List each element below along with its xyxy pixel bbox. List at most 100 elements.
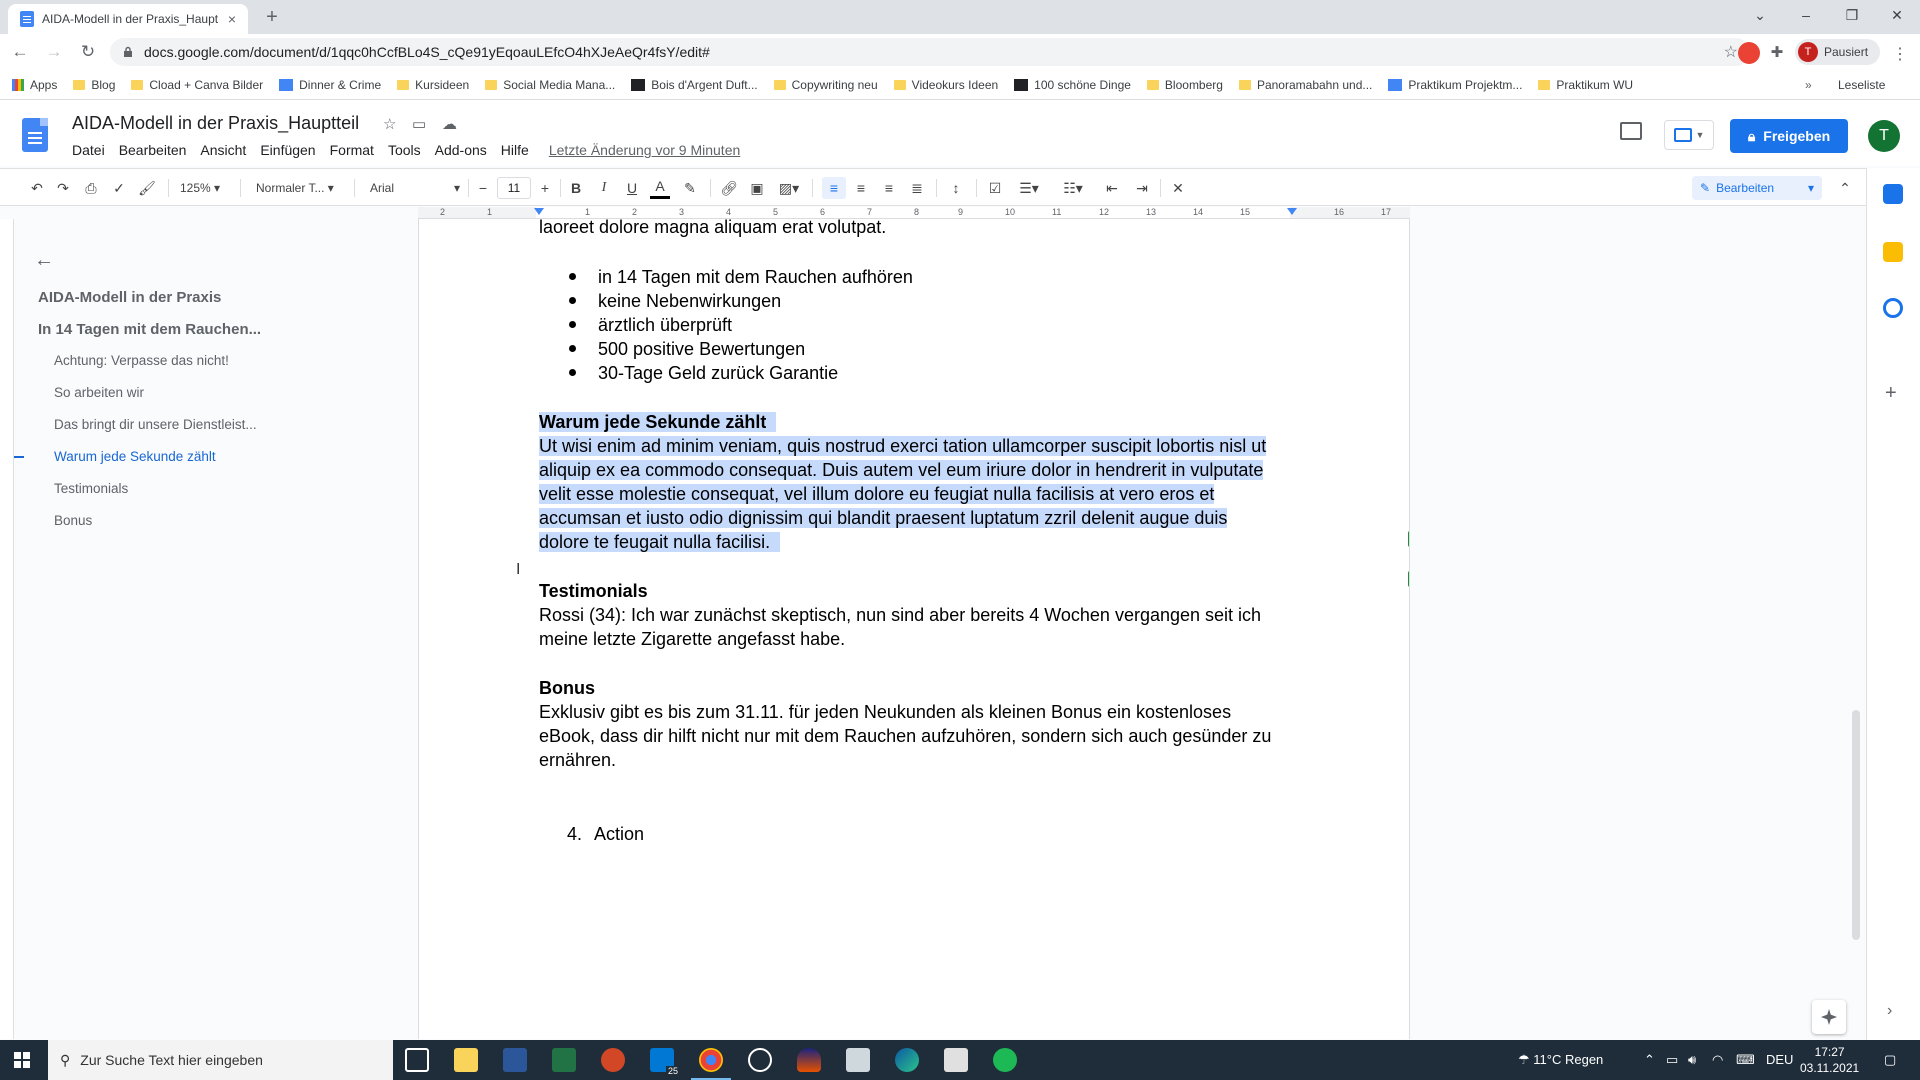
menu-bearbeiten[interactable]: Bearbeiten (119, 142, 187, 158)
font-size-input[interactable]: 11 (497, 177, 531, 199)
indent-marker[interactable] (534, 208, 544, 215)
outline-item[interactable]: Achtung: Verpasse das nicht! (54, 353, 229, 368)
bookmark-item[interactable]: Videokurs Ideen (893, 78, 998, 92)
menu-format[interactable]: Format (330, 142, 374, 158)
omnibox[interactable]: docs.google.com/document/d/1qqc0hCcfBLo4… (110, 38, 1750, 66)
underline-icon[interactable]: U (622, 177, 642, 199)
taskbar-search-input[interactable]: ⚲ Zur Suche Text hier eingeben (48, 1040, 393, 1080)
bookmark-item[interactable]: Dinner & Crime (279, 78, 381, 92)
network-icon[interactable]: ▭ (1666, 1040, 1678, 1080)
keep-icon[interactable] (1883, 242, 1903, 262)
redo-icon[interactable]: ↷ (52, 177, 74, 199)
tasks-icon[interactable] (1883, 298, 1903, 318)
notifications-icon[interactable]: ▢ (1884, 1040, 1896, 1080)
align-left-icon[interactable]: ≡ (822, 177, 846, 199)
menu-einfuegen[interactable]: Einfügen (260, 142, 315, 158)
wifi-icon[interactable]: ◠ (1712, 1040, 1723, 1080)
bookmark-item[interactable]: 100 schöne Dinge (1014, 78, 1131, 92)
decrease-indent-icon[interactable]: ⇤ (1100, 177, 1124, 199)
undo-icon[interactable]: ↶ (26, 177, 48, 199)
menu-tools[interactable]: Tools (388, 142, 421, 158)
user-avatar[interactable]: T (1868, 120, 1900, 152)
task-view-icon[interactable] (405, 1048, 429, 1072)
chrome-icon[interactable] (691, 1048, 731, 1080)
tray-arrow-icon[interactable]: ⌃ (1644, 1040, 1655, 1080)
app-icon[interactable] (797, 1048, 821, 1072)
scrollbar-thumb[interactable] (1852, 710, 1860, 940)
outline-item-active[interactable]: Warum jede Sekunde zählt (54, 449, 216, 464)
align-justify-icon[interactable]: ≣ (906, 177, 928, 199)
browser-tab[interactable]: AIDA-Modell in der Praxis_Haupt × (8, 4, 248, 34)
increase-indent-icon[interactable]: ⇥ (1130, 177, 1154, 199)
reading-list-button[interactable]: Leseliste (1838, 70, 1885, 100)
close-outline-arrow-icon[interactable]: ← (34, 249, 54, 272)
bookmark-item[interactable]: Kursideen (397, 78, 469, 92)
explore-button[interactable] (1812, 1000, 1846, 1034)
add-addon-icon[interactable]: + (1885, 382, 1897, 405)
document-title[interactable]: AIDA-Modell in der Praxis_Hauptteil (72, 113, 359, 134)
keyboard-icon[interactable]: ⌨ (1736, 1040, 1755, 1080)
last-edit-link[interactable]: Letzte Änderung vor 9 Minuten (549, 142, 740, 158)
mail-icon[interactable]: 25 (650, 1048, 680, 1076)
suggest-edits-float-button[interactable] (1403, 565, 1409, 593)
outline-item[interactable]: Das bringt dir unsere Dienstleist... (54, 417, 257, 432)
zoom-select[interactable]: 125% ▾ (180, 177, 220, 199)
add-comment-float-button[interactable] (1403, 525, 1409, 553)
weather-widget[interactable]: ☂ 11°C Regen (1518, 1040, 1603, 1080)
menu-hilfe[interactable]: Hilfe (501, 142, 529, 158)
bookmark-item[interactable]: Bois d'Argent Duft... (631, 78, 758, 92)
spellcheck-icon[interactable]: ✓ (108, 177, 130, 199)
align-center-icon[interactable]: ≡ (850, 177, 872, 199)
increase-font-size-button[interactable]: + (536, 177, 554, 199)
browser-menu-icon[interactable]: ⋮ (1892, 44, 1908, 64)
editing-mode-select[interactable]: ✎ Bearbeiten ▾ (1692, 176, 1822, 200)
present-button[interactable]: ▼ (1664, 120, 1714, 150)
powerpoint-icon[interactable] (601, 1048, 625, 1072)
outline-item[interactable]: Testimonials (54, 481, 128, 496)
decrease-font-size-button[interactable]: − (474, 177, 492, 199)
paint-format-icon[interactable]: 🖌︎ (136, 177, 158, 199)
bold-icon[interactable]: B (566, 177, 586, 199)
app-icon[interactable] (846, 1048, 870, 1072)
insert-image-icon[interactable]: ▨▾ (774, 177, 804, 199)
file-explorer-icon[interactable] (454, 1048, 478, 1072)
adblock-extension-icon[interactable] (1738, 42, 1760, 64)
bookmark-apps[interactable]: Apps (12, 78, 57, 92)
excel-icon[interactable] (552, 1048, 576, 1072)
reload-icon[interactable]: ↻ (74, 38, 102, 66)
comments-icon[interactable] (1620, 122, 1642, 140)
language-indicator[interactable]: DEU (1766, 1040, 1793, 1080)
bookmark-item[interactable]: Bloomberg (1146, 78, 1223, 92)
star-icon[interactable]: ☆ (383, 115, 396, 133)
bookmark-item[interactable]: Praktikum Projektm... (1388, 78, 1522, 92)
word-icon[interactable] (503, 1048, 527, 1072)
highlight-color-icon[interactable]: ✎ (680, 177, 700, 199)
line-spacing-icon[interactable]: ↕ (944, 177, 968, 199)
back-arrow-icon[interactable]: ← (6, 38, 34, 66)
bookmark-star-icon[interactable]: ☆ (1724, 42, 1738, 62)
menu-ansicht[interactable]: Ansicht (200, 142, 246, 158)
style-select[interactable]: Normaler T... ▾ (256, 177, 334, 199)
close-tab-icon[interactable]: × (224, 11, 240, 27)
bookmark-item[interactable]: Panoramabahn und... (1238, 78, 1372, 92)
font-select[interactable]: Arial ▾ (370, 177, 460, 199)
profile-button[interactable]: T Pausiert (1795, 39, 1880, 65)
align-right-icon[interactable]: ≡ (878, 177, 900, 199)
clear-formatting-icon[interactable]: ✕ (1166, 177, 1190, 199)
text-color-icon[interactable]: A (650, 177, 670, 199)
outline-item[interactable]: So arbeiten wir (54, 385, 144, 400)
extensions-puzzle-icon[interactable]: ✚ (1766, 42, 1788, 64)
cloud-status-icon[interactable]: ☁ (442, 115, 457, 133)
bookmark-item[interactable]: Social Media Mana... (485, 78, 615, 92)
bookmark-item[interactable]: Praktikum WU (1538, 78, 1633, 92)
obs-icon[interactable] (748, 1048, 772, 1072)
close-window-button[interactable]: ✕ (1874, 0, 1920, 34)
calendar-icon[interactable] (1883, 184, 1903, 204)
checklist-icon[interactable]: ☑ (984, 177, 1006, 199)
insert-link-icon[interactable]: 🔗︎ (718, 177, 740, 199)
bookmark-item[interactable]: Copywriting neu (773, 78, 878, 92)
document-page[interactable]: laoreet dolore magna aliquam erat volutp… (418, 219, 1410, 1039)
menu-datei[interactable]: Datei (72, 142, 105, 158)
menu-addons[interactable]: Add-ons (435, 142, 487, 158)
bulleted-list-icon[interactable]: ☰▾ (1012, 177, 1046, 199)
